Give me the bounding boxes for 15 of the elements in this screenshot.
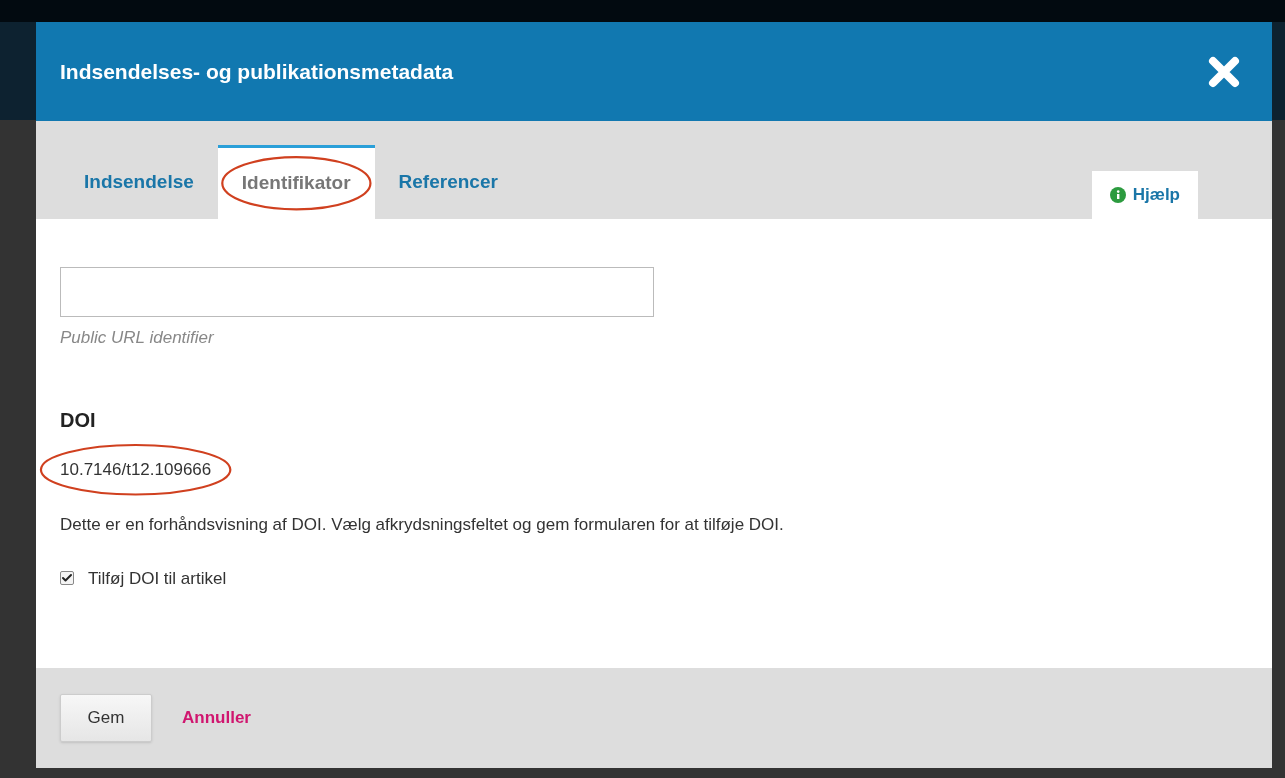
tab[interactable]: Identifikator: [217, 145, 375, 219]
checkbox[interactable]: [60, 571, 74, 586]
info-icon: [1109, 187, 1126, 203]
section-heading: DOI: [60, 407, 97, 433]
tab[interactable]: Referencer: [374, 145, 522, 219]
checkbox-label: Tilføj DOI til artikel: [88, 567, 227, 590]
help-tab[interactable]: Hjælp: [1091, 171, 1198, 219]
tab[interactable]: Indsendelse: [60, 145, 218, 219]
cancel-link[interactable]: Annuller: [182, 705, 251, 731]
save-button[interactable]: Gem: [60, 694, 152, 742]
input-field[interactable]: [60, 267, 654, 317]
field-hint: Public URL identifier: [60, 327, 215, 349]
doi-description: Dette er en forhåndsvisning af DOI. Vælg afkrydsningsfeltet og gem formularen for at tilføje DOI.: [60, 514, 785, 536]
doi-value: 10.7146/t12.109666: [60, 459, 212, 479]
dialog-title: Indsendelses- og publikationsmetadata: [60, 58, 454, 85]
